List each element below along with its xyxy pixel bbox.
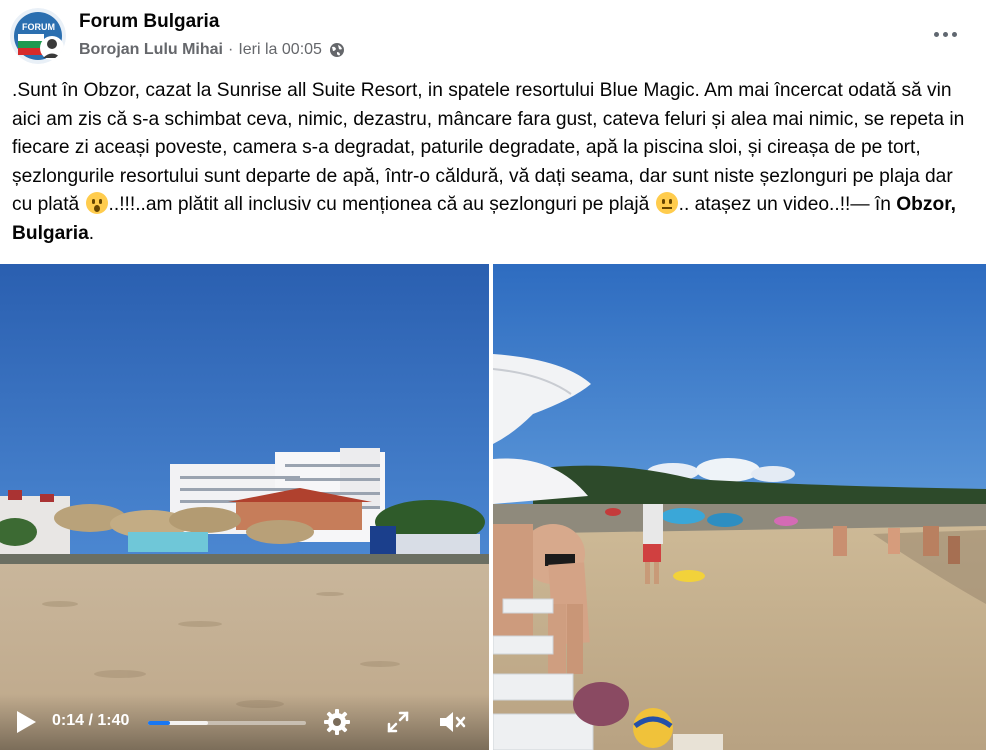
crowded-beach-image	[493, 264, 986, 750]
post-text-part2: ..!!!..am plătit all inclusiv cu mențion…	[108, 194, 650, 216]
video-time-display: 0:14 / 1:40	[52, 712, 130, 729]
post-timestamp[interactable]: Ieri la 00:05	[238, 41, 322, 59]
beach-photo[interactable]	[493, 264, 986, 750]
gear-icon[interactable]	[323, 708, 351, 736]
group-avatar[interactable]: FORUM	[10, 8, 66, 64]
neutral-face-emoji	[655, 192, 678, 215]
post-header: FORUM Forum Bulgaria Borojan Lulu Mihai …	[0, 0, 986, 72]
muted-speaker-icon[interactable]	[438, 709, 466, 735]
post-text-part3: .. atașez un video..!!— în	[678, 194, 891, 216]
author-name-link[interactable]: Borojan Lulu Mihai	[79, 41, 223, 59]
group-name-link[interactable]: Forum Bulgaria	[79, 11, 219, 33]
avatar-logo-text: FORUM	[22, 22, 55, 32]
fullscreen-icon[interactable]	[386, 710, 410, 734]
post-text-end: .	[88, 222, 95, 244]
beach-resort-video-frame	[0, 264, 489, 750]
video-progress-bar[interactable]	[148, 721, 306, 725]
post-body: .Sunt în Obzor, cazat la Sunrise all Sui…	[12, 77, 974, 249]
video-controls-bar: 0:14 / 1:40	[0, 694, 489, 750]
meta-separator: ·	[228, 41, 234, 58]
play-icon[interactable]	[14, 709, 38, 735]
globe-icon	[329, 42, 345, 58]
more-options-icon[interactable]	[925, 18, 965, 50]
post-meta: Borojan Lulu Mihai · Ieri la 00:05	[79, 41, 345, 59]
astonished-face-emoji	[85, 192, 108, 215]
video-progress-fill	[148, 721, 171, 725]
video-player[interactable]: 0:14 / 1:40	[0, 264, 489, 750]
